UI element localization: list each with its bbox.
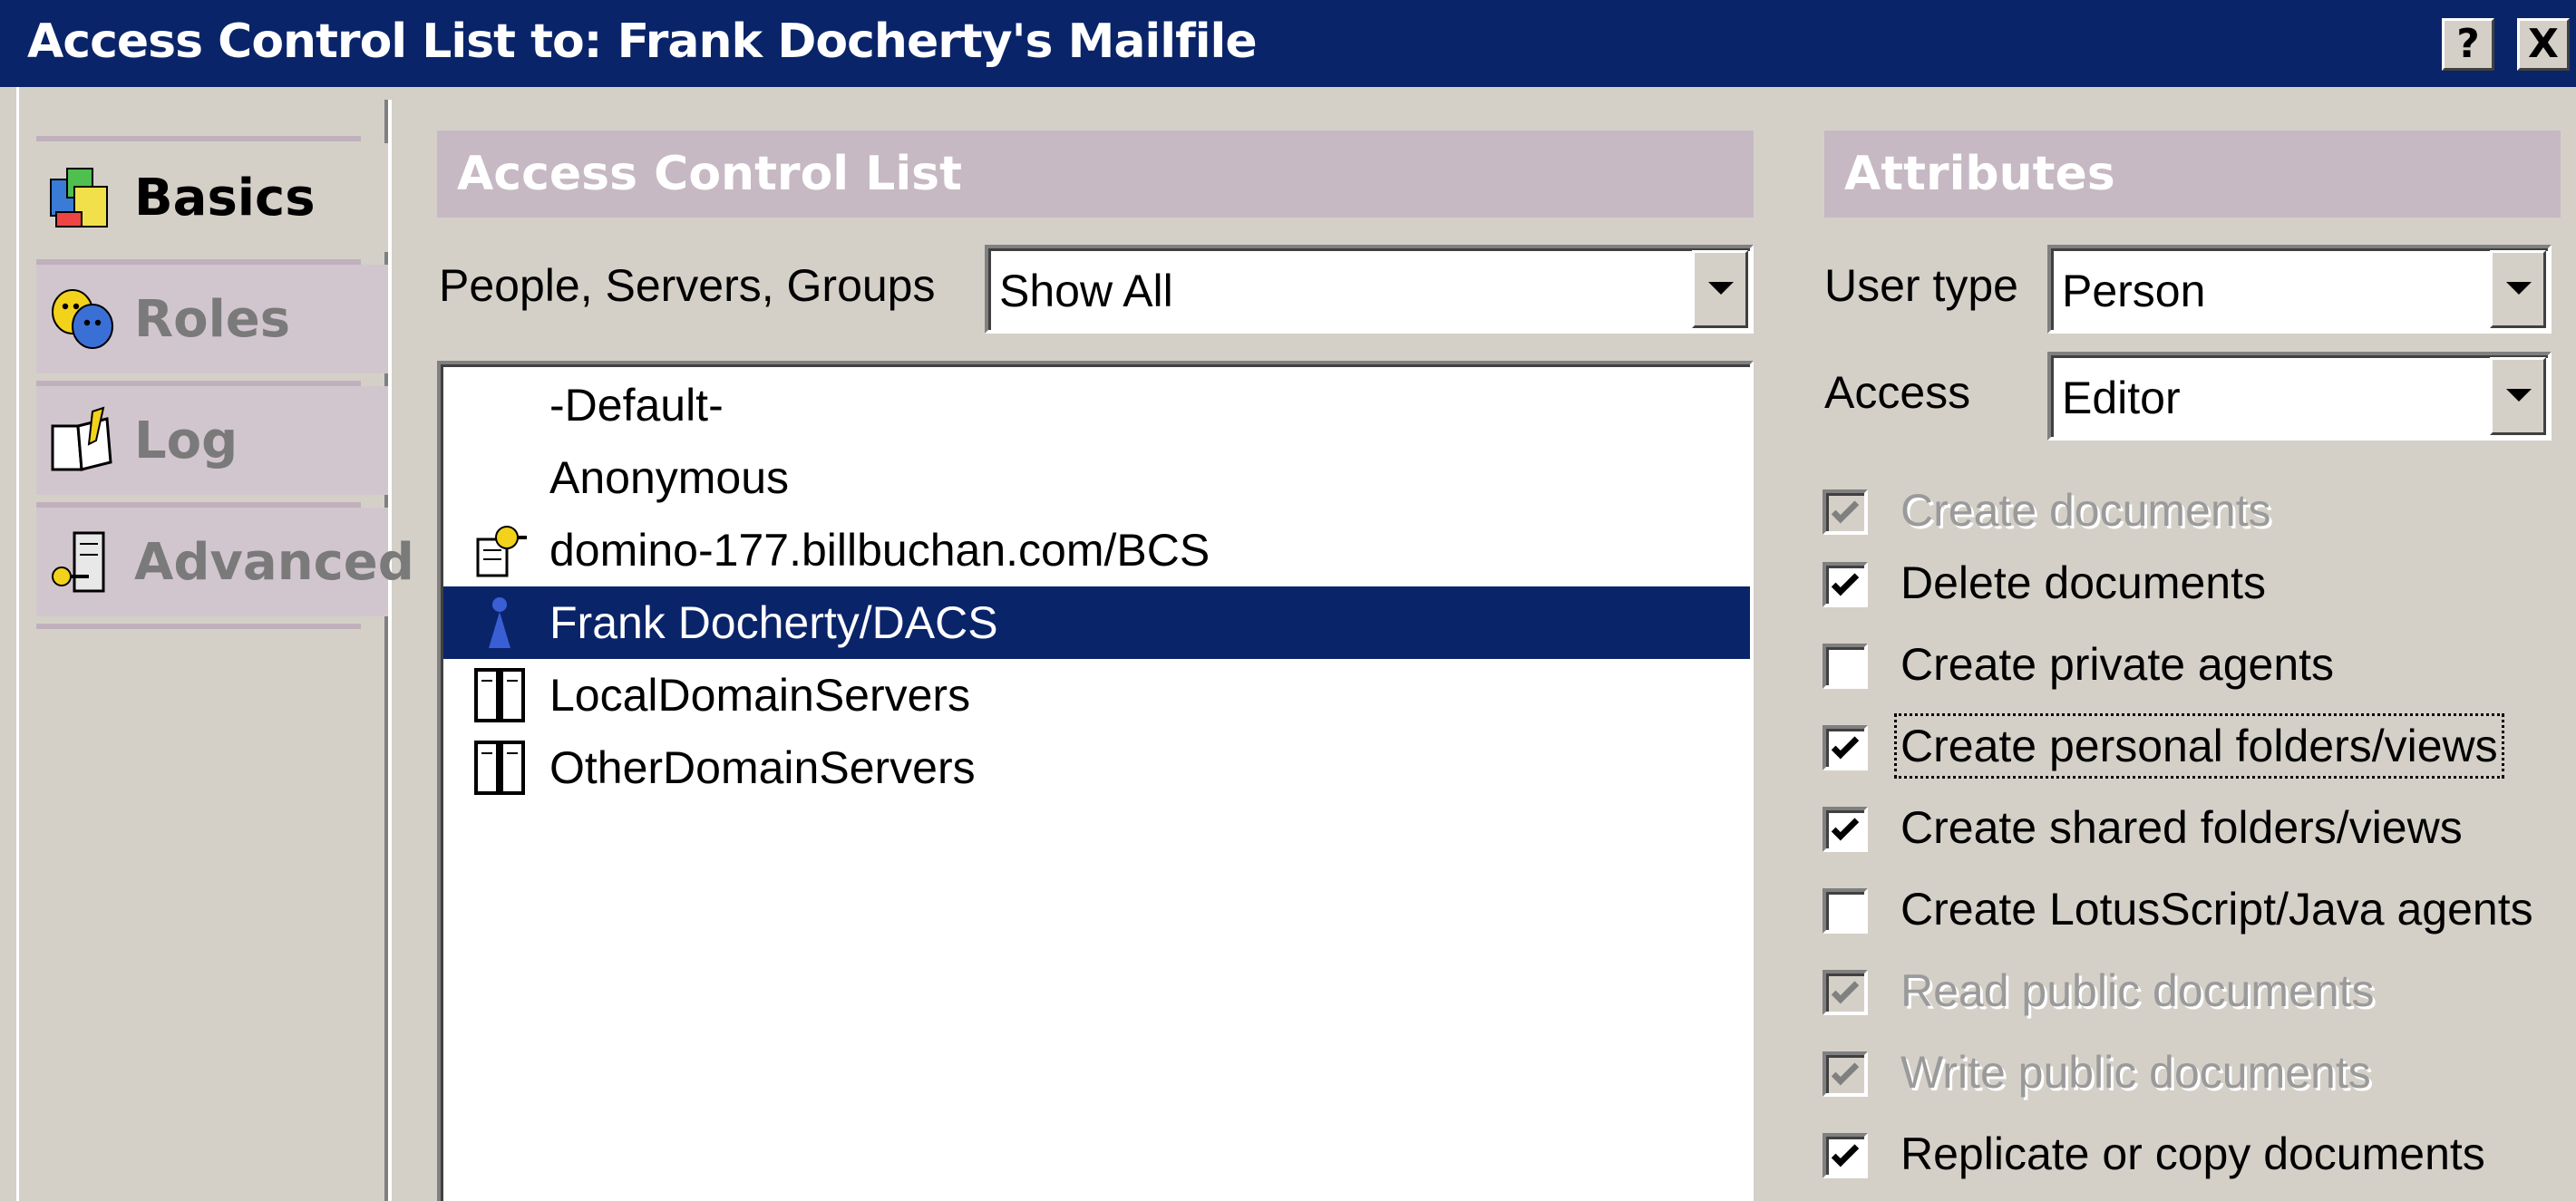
- server-group-icon: [474, 741, 525, 795]
- list-item-label: LocalDomainServers: [549, 670, 971, 721]
- tab-panel: [16, 87, 388, 1201]
- acl-list[interactable]: -Default- Anonymous domino-177.billbucha…: [437, 361, 1754, 1201]
- window-title: Access Control List to: Frank Docherty's…: [27, 15, 1258, 69]
- create-shared-folders-checkbox[interactable]: [1823, 807, 1868, 852]
- create-personal-folders-checkbox[interactable]: [1823, 725, 1868, 770]
- advanced-icon: [52, 531, 105, 593]
- delete-documents-checkbox[interactable]: [1823, 562, 1868, 607]
- server-group-icon: [474, 668, 525, 722]
- check-icon: [1831, 1144, 1860, 1167]
- filter-label: People, Servers, Groups: [439, 260, 936, 311]
- user-type-select[interactable]: Person: [2047, 245, 2552, 334]
- tab-roles[interactable]: Roles: [36, 265, 388, 373]
- tab-basics-label: Basics: [134, 168, 316, 228]
- list-item-label: -Default-: [549, 380, 724, 431]
- title-bar: Access Control List to: Frank Docherty's…: [0, 0, 2576, 87]
- list-item-selected[interactable]: Frank Docherty/DACS: [443, 586, 1750, 659]
- attributes-header: Attributes: [1824, 131, 2561, 218]
- read-public-documents-label: Read public documents: [1900, 965, 2375, 1016]
- access-select[interactable]: Editor: [2047, 352, 2552, 441]
- check-icon: [1831, 500, 1860, 524]
- list-item-label: Anonymous: [549, 452, 790, 503]
- basics-icon: [50, 168, 108, 228]
- write-public-documents-checkbox: [1823, 1051, 1868, 1097]
- tab-basics[interactable]: Basics: [36, 143, 388, 252]
- check-icon: [1831, 981, 1860, 1004]
- replicate-documents-checkbox[interactable]: [1823, 1133, 1868, 1178]
- roles-icon: [52, 289, 113, 349]
- tab-advanced[interactable]: Advanced: [36, 508, 414, 616]
- server-key-icon: [476, 526, 527, 577]
- close-button[interactable]: X: [2517, 18, 2570, 71]
- filter-select-value: Show All: [999, 266, 1173, 316]
- chevron-down-icon[interactable]: [2490, 250, 2546, 328]
- replicate-documents-label: Replicate or copy documents: [1900, 1128, 2485, 1179]
- filter-select[interactable]: Show All: [985, 245, 1754, 334]
- tab-advanced-label: Advanced: [134, 532, 414, 592]
- create-shared-folders-label: Create shared folders/views: [1900, 802, 2463, 853]
- delete-documents-label: Delete documents: [1900, 557, 2267, 608]
- list-item[interactable]: Anonymous: [443, 441, 1750, 514]
- tab-log[interactable]: Log: [36, 386, 388, 495]
- user-type-select-value: Person: [2062, 266, 2206, 316]
- read-public-documents-checkbox: [1823, 970, 1868, 1015]
- list-item-label: Frank Docherty/DACS: [549, 597, 998, 648]
- tab-roles-label: Roles: [134, 289, 291, 349]
- check-icon: [1831, 736, 1860, 760]
- acl-header: Access Control List: [437, 131, 1754, 218]
- access-select-value: Editor: [2062, 373, 2181, 423]
- check-icon: [1831, 818, 1860, 841]
- list-item[interactable]: LocalDomainServers: [443, 659, 1750, 731]
- write-public-documents-label: Write public documents: [1900, 1047, 2371, 1098]
- log-icon: [51, 406, 112, 471]
- help-button[interactable]: ?: [2442, 18, 2494, 71]
- create-documents-checkbox: [1823, 489, 1868, 535]
- create-private-agents-label: Create private agents: [1900, 639, 2335, 690]
- create-lotusscript-agents-checkbox[interactable]: [1823, 888, 1868, 934]
- list-item-label: domino-177.billbuchan.com/BCS: [549, 525, 1210, 576]
- list-item[interactable]: -Default-: [443, 369, 1750, 441]
- create-private-agents-checkbox[interactable]: [1823, 644, 1868, 689]
- user-type-label: User type: [1824, 260, 2018, 311]
- access-label: Access: [1824, 367, 1971, 418]
- create-lotusscript-agents-label: Create LotusScript/Java agents: [1900, 884, 2533, 935]
- chevron-down-icon[interactable]: [1692, 250, 1748, 328]
- create-documents-label: Create documents: [1900, 485, 2271, 536]
- list-item[interactable]: OtherDomainServers: [443, 731, 1750, 804]
- tab-log-label: Log: [134, 411, 238, 470]
- create-personal-folders-label: Create personal folders/views: [1894, 713, 2504, 779]
- check-icon: [1831, 573, 1860, 596]
- tab-divider: [36, 136, 361, 141]
- chevron-down-icon[interactable]: [2490, 357, 2546, 435]
- tab-divider: [36, 624, 361, 629]
- list-item[interactable]: domino-177.billbuchan.com/BCS: [443, 514, 1750, 586]
- check-icon: [1831, 1062, 1860, 1086]
- panel-divider: [388, 100, 392, 1201]
- person-icon: [489, 597, 510, 648]
- list-item-label: OtherDomainServers: [549, 742, 976, 793]
